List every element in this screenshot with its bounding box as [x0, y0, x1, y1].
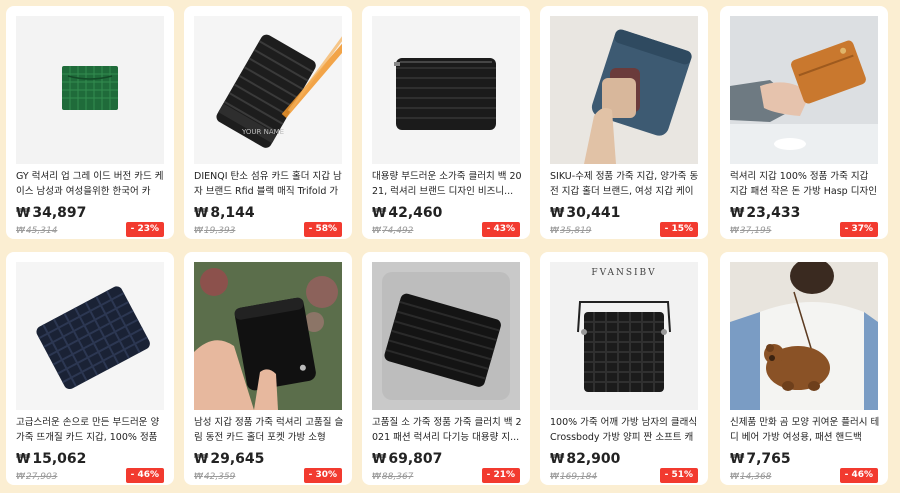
product-title[interactable]: DIENQI 탄소 섬유 카드 홀더 지갑 남자 브랜드 Rfid 블랙 매직 …	[194, 169, 344, 201]
product-title[interactable]: 대용량 부드러운 소가죽 클러치 백 2021, 럭셔리 브랜드 디자인 비즈니…	[372, 169, 522, 201]
product-grid: GY 럭셔리 업 그레 이드 버전 카드 케이스 남성과 여성을위한 한국어 카…	[0, 0, 900, 493]
discount-badge: - 37%	[839, 222, 878, 237]
product-price: ₩30,441	[550, 205, 621, 221]
original-price: ₩88,367	[372, 472, 414, 482]
product-card[interactable]: 대용량 부드러운 소가죽 클러치 백 2021, 럭셔리 브랜드 디자인 비즈니…	[362, 6, 530, 239]
product-image[interactable]	[372, 16, 520, 164]
product-image[interactable]	[730, 16, 878, 164]
product-image[interactable]: FVANSIBV	[550, 262, 698, 410]
discount-badge: - 23%	[125, 222, 164, 237]
discount-badge: - 43%	[481, 222, 520, 237]
discount-badge: - 51%	[659, 468, 698, 483]
product-price: ₩69,807	[372, 451, 443, 467]
product-title[interactable]: 고품질 소 가죽 정품 가죽 클러치 백 2021 패션 럭셔리 다기능 대용량…	[372, 415, 522, 447]
discount-badge: - 15%	[659, 222, 698, 237]
product-card[interactable]: 고급스러운 손으로 만든 부드러운 양가죽 뜨개질 카드 지갑, 100% 정품…	[6, 252, 174, 485]
product-card[interactable]: 고품질 소 가죽 정품 가죽 클러치 백 2021 패션 럭셔리 다기능 대용량…	[362, 252, 530, 485]
product-price: ₩42,460	[372, 205, 443, 221]
product-price: ₩8,144	[194, 205, 255, 221]
product-card[interactable]: YOUR NAME DIENQI 탄소 섬유 카드 홀더 지갑 남자 브랜드 R…	[184, 6, 352, 239]
product-image[interactable]	[194, 262, 342, 410]
original-price: ₩45,314	[16, 226, 58, 236]
product-card[interactable]: 신제품 만화 곰 모양 귀여운 플러시 테디 베어 가방 여성용, 패션 핸드백…	[720, 252, 888, 485]
product-card[interactable]: GY 럭셔리 업 그레 이드 버전 카드 케이스 남성과 여성을위한 한국어 카…	[6, 6, 174, 239]
original-price: ₩27,903	[16, 472, 58, 482]
product-title[interactable]: 럭셔리 지갑 100% 정품 가죽 지갑 지갑 패션 작은 돈 가방 Hasp …	[730, 169, 880, 201]
original-price: ₩35,819	[550, 226, 592, 236]
product-title[interactable]: 신제품 만화 곰 모양 귀여운 플러시 테디 베어 가방 여성용, 패션 핸드백…	[730, 415, 880, 447]
discount-badge: - 30%	[303, 468, 342, 483]
product-image[interactable]	[372, 262, 520, 410]
product-card[interactable]: SIKU-수제 정품 가죽 지갑, 양가죽 동전 지갑 홀더 브랜드, 여성 지…	[540, 6, 708, 239]
discount-badge: - 58%	[303, 222, 342, 237]
original-price: ₩19,393	[194, 226, 236, 236]
product-price: ₩34,897	[16, 205, 87, 221]
product-image[interactable]: YOUR NAME	[194, 16, 342, 164]
product-price: ₩29,645	[194, 451, 265, 467]
discount-badge: - 46%	[839, 468, 878, 483]
original-price: ₩14,368	[730, 472, 772, 482]
product-price: ₩23,433	[730, 205, 801, 221]
product-image[interactable]	[16, 262, 164, 410]
product-title[interactable]: 고급스러운 손으로 만든 부드러운 양가죽 뜨개질 카드 지갑, 100% 정품…	[16, 415, 166, 447]
product-card[interactable]: FVANSIBV 100% 가죽 어깨 가방 남자의 클래식 Crossbody…	[540, 252, 708, 485]
product-price: ₩82,900	[550, 451, 621, 467]
discount-badge: - 21%	[481, 468, 520, 483]
product-image[interactable]	[550, 16, 698, 164]
product-image[interactable]	[16, 16, 164, 164]
svg-text:YOUR NAME: YOUR NAME	[241, 128, 284, 136]
original-price: ₩169,184	[550, 472, 598, 482]
brand-watermark: FVANSIBV	[591, 268, 657, 278]
product-title[interactable]: 남성 지갑 정품 가죽 럭셔리 고품질 슬림 동전 카드 홀더 포켓 가방 소형…	[194, 415, 344, 447]
product-card[interactable]: 남성 지갑 정품 가죽 럭셔리 고품질 슬림 동전 카드 홀더 포켓 가방 소형…	[184, 252, 352, 485]
product-price: ₩15,062	[16, 451, 87, 467]
original-price: ₩74,492	[372, 226, 414, 236]
discount-badge: - 46%	[125, 468, 164, 483]
product-card[interactable]: 럭셔리 지갑 100% 정품 가죽 지갑 지갑 패션 작은 돈 가방 Hasp …	[720, 6, 888, 239]
product-price: ₩7,765	[730, 451, 791, 467]
product-title[interactable]: SIKU-수제 정품 가죽 지갑, 양가죽 동전 지갑 홀더 브랜드, 여성 지…	[550, 169, 700, 201]
product-title[interactable]: GY 럭셔리 업 그레 이드 버전 카드 케이스 남성과 여성을위한 한국어 카…	[16, 169, 166, 201]
product-title[interactable]: 100% 가죽 어깨 가방 남자의 클래식 Crossbody 가방 양피 짠 …	[550, 415, 700, 447]
product-image[interactable]	[730, 262, 878, 410]
original-price: ₩37,195	[730, 226, 772, 236]
original-price: ₩42,359	[194, 472, 236, 482]
